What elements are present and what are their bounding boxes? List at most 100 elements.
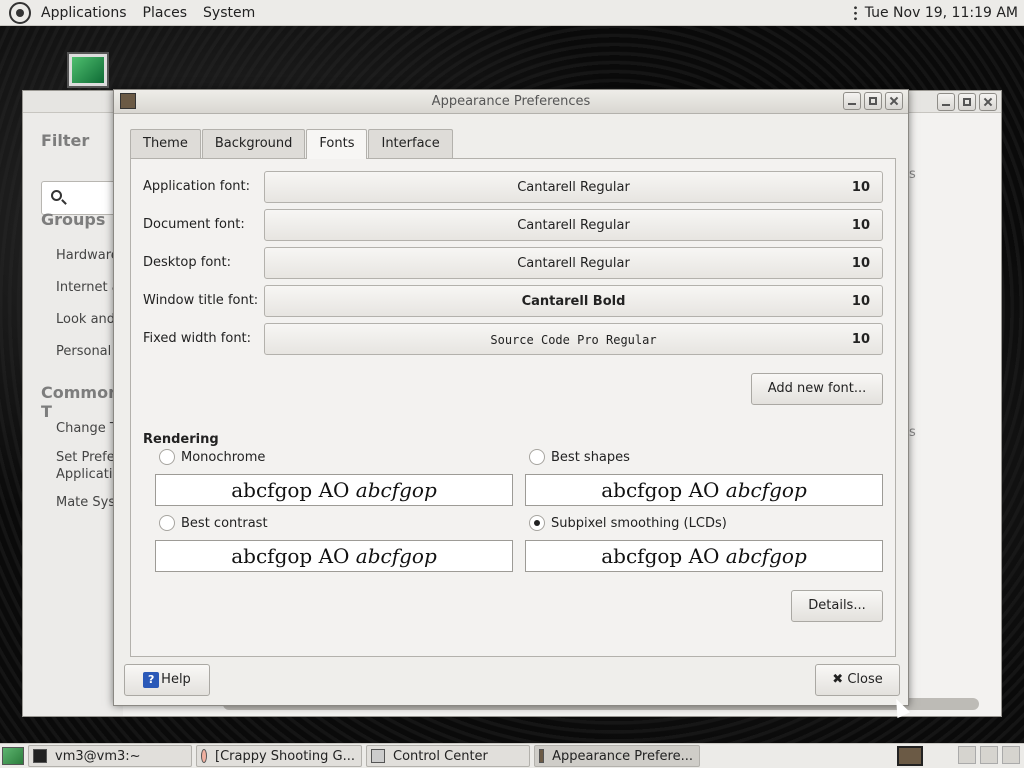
filter-heading: Filter bbox=[41, 131, 90, 150]
dialog-window-controls bbox=[843, 92, 903, 110]
details-button[interactable]: Details... bbox=[791, 590, 883, 622]
bottom-taskbar: vm3@vm3:~ [Crappy Shooting G... Control … bbox=[0, 743, 1024, 768]
top-panel: Applications Places System Tue Nov 19, 1… bbox=[0, 0, 1024, 26]
close-icon[interactable] bbox=[885, 92, 903, 110]
radio-best-shapes[interactable]: Best shapes bbox=[529, 447, 630, 467]
game-icon bbox=[201, 749, 207, 763]
close-icon[interactable] bbox=[979, 93, 997, 111]
tab-bar: Theme Background Fonts Interface bbox=[130, 129, 454, 159]
font-size: 10 bbox=[851, 332, 870, 347]
radio-best-contrast[interactable]: Best contrast bbox=[159, 513, 268, 533]
appearance-preferences-dialog: Appearance Preferences Theme Background … bbox=[113, 89, 909, 706]
font-label: Document font: bbox=[143, 217, 245, 232]
workspace-tray-icon[interactable] bbox=[897, 746, 923, 766]
common-set-preferred[interactable]: Set Prefer bbox=[56, 450, 120, 465]
group-personal[interactable]: Personal bbox=[56, 344, 111, 359]
font-name: Cantarell Bold bbox=[521, 294, 626, 309]
search-icon bbox=[51, 190, 62, 201]
document-font-button[interactable]: Cantarell Regular 10 bbox=[264, 209, 883, 241]
close-x-icon: ✖ bbox=[832, 672, 844, 687]
add-new-font-button[interactable]: Add new font... bbox=[751, 373, 883, 405]
cc-fragment-text: s bbox=[909, 167, 916, 182]
font-size: 10 bbox=[851, 218, 870, 233]
maximize-icon[interactable] bbox=[958, 93, 976, 111]
task-terminal[interactable]: vm3@vm3:~ bbox=[28, 745, 192, 767]
font-size: 10 bbox=[851, 180, 870, 195]
radio-button-selected-icon bbox=[529, 515, 545, 531]
font-row-window-title: Window title font: Cantarell Bold 10 bbox=[143, 285, 883, 317]
radio-monochrome[interactable]: Monochrome bbox=[159, 447, 265, 467]
task-control-center[interactable]: Control Center bbox=[366, 745, 530, 767]
task-label: Control Center bbox=[393, 748, 488, 764]
menu-applications[interactable]: Applications bbox=[33, 0, 135, 26]
font-name: Cantarell Regular bbox=[517, 180, 630, 195]
dialog-title: Appearance Preferences bbox=[431, 94, 591, 109]
radio-button-icon bbox=[159, 449, 175, 465]
application-font-button[interactable]: Cantarell Regular 10 bbox=[264, 171, 883, 203]
close-button[interactable]: ✖ Close bbox=[815, 664, 900, 696]
mate-logo-icon[interactable] bbox=[9, 1, 31, 24]
sample-best-contrast: abcfgop AO abcfgop bbox=[155, 540, 513, 572]
radio-label: Monochrome bbox=[181, 449, 266, 465]
font-row-document: Document font: Cantarell Regular 10 bbox=[143, 209, 883, 241]
groups-heading: Groups bbox=[41, 210, 106, 229]
rendering-section-title: Rendering bbox=[143, 432, 219, 447]
radio-label: Subpixel smoothing (LCDs) bbox=[551, 515, 727, 531]
font-size: 10 bbox=[851, 256, 870, 271]
radio-button-icon bbox=[159, 515, 175, 531]
common-change-theme[interactable]: Change T bbox=[56, 421, 118, 436]
tab-interface[interactable]: Interface bbox=[368, 129, 453, 159]
help-label: Help bbox=[161, 672, 191, 687]
workspace-switcher-3[interactable] bbox=[1002, 746, 1020, 764]
radio-label: Best shapes bbox=[551, 449, 630, 465]
help-button[interactable]: ? Help bbox=[124, 664, 210, 696]
tab-fonts[interactable]: Fonts bbox=[306, 129, 368, 159]
task-crappy-shooting-game[interactable]: [Crappy Shooting G... bbox=[196, 745, 362, 767]
clock[interactable]: Tue Nov 19, 11:19 AM bbox=[865, 5, 1018, 21]
minimize-icon[interactable] bbox=[937, 93, 955, 111]
task-label: vm3@vm3:~ bbox=[55, 748, 141, 764]
common-mate-system[interactable]: Mate Syst bbox=[56, 495, 120, 510]
radio-label: Best contrast bbox=[181, 515, 268, 531]
show-desktop-icon[interactable] bbox=[2, 747, 24, 765]
fonts-tab-panel: Application font: Cantarell Regular 10 D… bbox=[130, 158, 896, 657]
sample-best-shapes: abcfgop AO abcfgop bbox=[525, 474, 883, 506]
dialog-titlebar[interactable]: Appearance Preferences bbox=[114, 90, 908, 114]
group-hardware[interactable]: Hardware bbox=[56, 248, 119, 263]
control-center-sidebar: Filter Groups Hardware Internet a Look a… bbox=[23, 113, 131, 716]
group-internet[interactable]: Internet a bbox=[56, 280, 120, 295]
font-label: Fixed width font: bbox=[143, 331, 252, 346]
radio-subpixel-smoothing[interactable]: Subpixel smoothing (LCDs) bbox=[529, 513, 727, 533]
common-tasks-heading: Common T bbox=[41, 383, 120, 421]
maximize-icon[interactable] bbox=[864, 92, 882, 110]
group-look-and-feel[interactable]: Look and bbox=[56, 312, 115, 327]
close-label: Close bbox=[847, 672, 883, 687]
menu-system[interactable]: System bbox=[195, 0, 263, 26]
font-label: Window title font: bbox=[143, 293, 259, 308]
workspace-switcher-2[interactable] bbox=[980, 746, 998, 764]
desktop-font-button[interactable]: Cantarell Regular 10 bbox=[264, 247, 883, 279]
radio-button-icon bbox=[529, 449, 545, 465]
font-label: Desktop font: bbox=[143, 255, 231, 270]
menu-places[interactable]: Places bbox=[135, 0, 196, 26]
task-appearance-preferences[interactable]: Appearance Prefere... bbox=[534, 745, 700, 767]
tab-background[interactable]: Background bbox=[201, 129, 306, 159]
font-size: 10 bbox=[851, 294, 870, 309]
common-applications[interactable]: Applicatio bbox=[56, 467, 120, 482]
minimize-icon[interactable] bbox=[843, 92, 861, 110]
tab-theme[interactable]: Theme bbox=[130, 129, 201, 159]
sample-monochrome: abcfgop AO abcfgop bbox=[155, 474, 513, 506]
font-row-desktop: Desktop font: Cantarell Regular 10 bbox=[143, 247, 883, 279]
terminal-icon bbox=[33, 749, 47, 763]
workspace-switcher-1[interactable] bbox=[958, 746, 976, 764]
computer-desktop-icon[interactable] bbox=[67, 52, 109, 88]
font-name: Source Code Pro Regular bbox=[490, 333, 657, 347]
sample-subpixel-smoothing: abcfgop AO abcfgop bbox=[525, 540, 883, 572]
fixed-width-font-button[interactable]: Source Code Pro Regular 10 bbox=[264, 323, 883, 355]
panel-handle-icon[interactable] bbox=[853, 4, 857, 21]
window-title-font-button[interactable]: Cantarell Bold 10 bbox=[264, 285, 883, 317]
font-row-fixed-width: Fixed width font: Source Code Pro Regula… bbox=[143, 323, 883, 355]
help-icon: ? bbox=[143, 671, 160, 688]
font-row-application: Application font: Cantarell Regular 10 bbox=[143, 171, 883, 203]
task-label: [Crappy Shooting G... bbox=[215, 748, 355, 764]
